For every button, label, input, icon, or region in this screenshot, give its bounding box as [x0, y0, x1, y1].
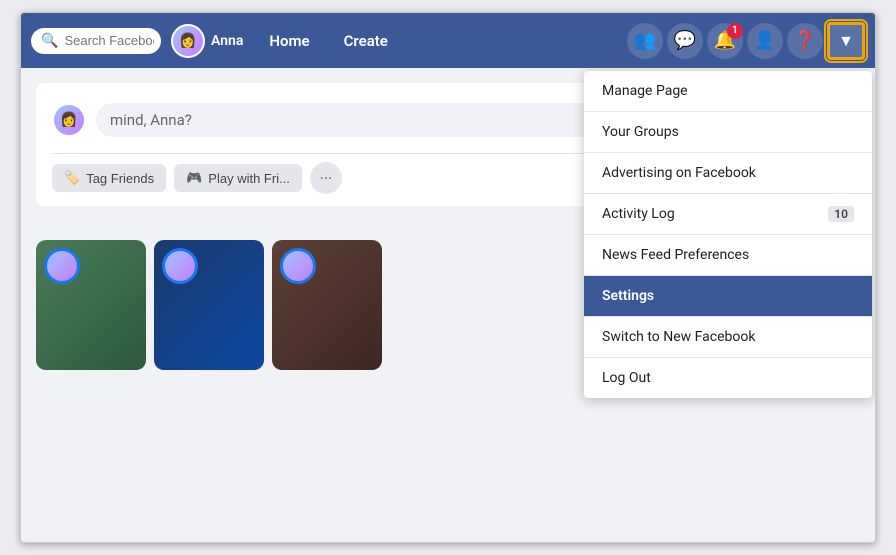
game-icon: 🎮 — [186, 170, 202, 186]
tag-friends-button[interactable]: 🏷️ Tag Friends — [52, 164, 166, 192]
activity-log-label: Activity Log — [602, 206, 675, 222]
story-avatar-3 — [280, 248, 316, 284]
dropdown-item-settings[interactable]: Settings — [584, 276, 872, 317]
dropdown-item-activity-log[interactable]: Activity Log 10 — [584, 194, 872, 235]
settings-label: Settings — [602, 288, 654, 304]
log-out-label: Log Out — [602, 370, 651, 386]
dropdown-item-news-feed[interactable]: News Feed Preferences — [584, 235, 872, 276]
ellipsis-icon: ··· — [320, 169, 333, 188]
help-icon: ❓ — [794, 30, 816, 51]
dropdown-toggle-btn[interactable]: ▼ — [827, 22, 865, 60]
friends-icon: 👥 — [634, 30, 656, 51]
composer-avatar: 👩 — [52, 103, 86, 137]
screenshot-frame: 🔍 👩 Anna Home Create 👥 💬 🔔 1 👤 — [20, 12, 876, 543]
your-groups-label: Your Groups — [602, 124, 679, 140]
story-avatar-2 — [162, 248, 198, 284]
create-link[interactable]: Create — [336, 28, 396, 54]
messenger-icon: 💬 — [674, 30, 696, 51]
dropdown-item-manage-page[interactable]: Manage Page — [584, 71, 872, 112]
dropdown-overlay: Manage Page Your Groups Advertising on F… — [580, 68, 875, 542]
advertising-label: Advertising on Facebook — [602, 165, 756, 181]
notification-badge: 1 — [727, 23, 743, 39]
main-content: 👩 mind, Anna? 🏷️ Tag Friends 🎮 Play with… — [21, 68, 875, 542]
search-input[interactable] — [64, 33, 154, 48]
friend-requests-icon: 👤 — [754, 30, 776, 51]
play-with-friends-button[interactable]: 🎮 Play with Fri... — [174, 164, 302, 192]
dropdown-item-advertising[interactable]: Advertising on Facebook — [584, 153, 872, 194]
nav-center: 👩 Anna Home Create — [171, 24, 627, 58]
tag-icon: 🏷️ — [64, 170, 80, 186]
dropdown-item-log-out[interactable]: Log Out — [584, 358, 872, 398]
user-name: Anna — [211, 33, 243, 49]
news-feed-label: News Feed Preferences — [602, 247, 749, 263]
story-avatar-1 — [44, 248, 80, 284]
tag-friends-label: Tag Friends — [86, 171, 154, 186]
play-friends-label: Play with Fri... — [208, 171, 290, 186]
avatar: 👩 — [171, 24, 205, 58]
story-card-3[interactable] — [272, 240, 382, 370]
help-icon-btn[interactable]: ❓ — [787, 23, 823, 59]
dropdown-item-your-groups[interactable]: Your Groups — [584, 112, 872, 153]
story-card-2[interactable] — [154, 240, 264, 370]
dropdown-menu: Manage Page Your Groups Advertising on F… — [584, 71, 872, 398]
more-actions-button[interactable]: ··· — [310, 162, 342, 194]
activity-log-badge: 10 — [828, 206, 854, 222]
story-card-1[interactable] — [36, 240, 146, 370]
switch-facebook-label: Switch to New Facebook — [602, 329, 755, 345]
search-icon: 🔍 — [41, 33, 58, 49]
nav-icons: 👥 💬 🔔 1 👤 ❓ ▼ — [627, 22, 865, 60]
manage-page-label: Manage Page — [602, 83, 688, 99]
notifications-icon-btn[interactable]: 🔔 1 — [707, 23, 743, 59]
friend-requests-icon-btn[interactable]: 👤 — [747, 23, 783, 59]
home-link[interactable]: Home — [261, 28, 317, 54]
dropdown-item-switch-facebook[interactable]: Switch to New Facebook — [584, 317, 872, 358]
chevron-down-icon: ▼ — [838, 31, 854, 51]
navbar: 🔍 👩 Anna Home Create 👥 💬 🔔 1 👤 — [21, 13, 875, 68]
search-box[interactable]: 🔍 — [31, 28, 161, 54]
messenger-icon-btn[interactable]: 💬 — [667, 23, 703, 59]
friends-icon-btn[interactable]: 👥 — [627, 23, 663, 59]
nav-user[interactable]: 👩 Anna — [171, 24, 243, 58]
